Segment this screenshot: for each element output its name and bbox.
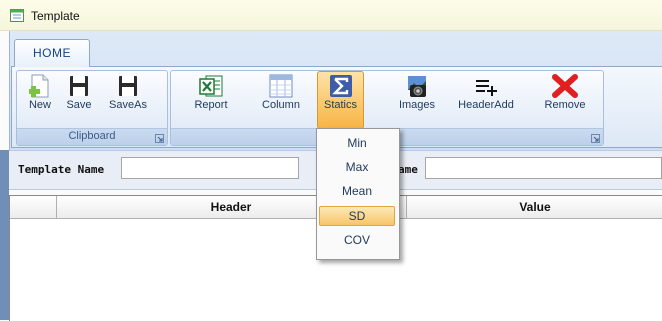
- new-button-label: New: [28, 99, 51, 111]
- excel-icon: [199, 75, 223, 97]
- menu-item-min[interactable]: Min: [319, 133, 395, 153]
- column-button-label: Column: [262, 99, 300, 111]
- remove-button[interactable]: Remove: [540, 73, 590, 111]
- images-button[interactable]: Images: [396, 73, 438, 111]
- menu-item-mean[interactable]: Mean: [319, 181, 395, 201]
- new-button[interactable]: New: [22, 73, 58, 111]
- remove-button-label: Remove: [544, 99, 586, 111]
- statics-dropdown-menu: Min Max Mean SD COV: [316, 128, 400, 260]
- template-name-label: Template Name: [18, 163, 105, 176]
- save-as-button-label: SaveAs: [109, 99, 147, 111]
- tab-home[interactable]: HOME: [14, 39, 90, 67]
- header-add-icon: [476, 80, 497, 96]
- report-button-label: Report: [194, 99, 228, 111]
- camera-icon: [408, 76, 426, 97]
- save-as-button[interactable]: SaveAs: [106, 73, 150, 111]
- menu-item-sd[interactable]: SD: [319, 206, 395, 226]
- save-as-icon: [119, 76, 137, 96]
- new-document-icon: [29, 74, 49, 98]
- sigma-icon: [329, 75, 352, 97]
- column-button[interactable]: Column: [256, 73, 306, 111]
- template-name-input[interactable]: [121, 157, 299, 179]
- statics-button-content[interactable]: Statics: [317, 73, 364, 111]
- save-button[interactable]: Save: [62, 73, 96, 111]
- save-icon: [70, 76, 88, 96]
- window-title: Template: [31, 9, 80, 23]
- menu-item-max[interactable]: Max: [319, 157, 395, 177]
- header-add-button-label: HeaderAdd: [458, 99, 514, 111]
- second-name-input[interactable]: [425, 157, 662, 179]
- report-button[interactable]: Report: [186, 73, 236, 111]
- left-rail: [0, 150, 9, 320]
- second-name-label: ame: [398, 163, 418, 176]
- save-button-label: Save: [66, 99, 92, 111]
- column-table-icon: [269, 74, 293, 98]
- title-bar: Template: [0, 0, 662, 31]
- dialog-launcher-icon[interactable]: [591, 134, 600, 143]
- menu-item-cov[interactable]: COV: [319, 230, 395, 250]
- column-header-value[interactable]: Value: [407, 196, 662, 218]
- dialog-launcher-icon[interactable]: [155, 134, 164, 143]
- images-button-label: Images: [398, 99, 436, 111]
- remove-x-icon: [552, 74, 578, 98]
- clipboard-group-label: Clipboard: [17, 128, 167, 145]
- statics-button-label: Statics: [323, 99, 357, 111]
- window-app-icon: [10, 9, 24, 22]
- grid-corner-cell[interactable]: [10, 196, 57, 218]
- header-add-button[interactable]: HeaderAdd: [456, 73, 516, 111]
